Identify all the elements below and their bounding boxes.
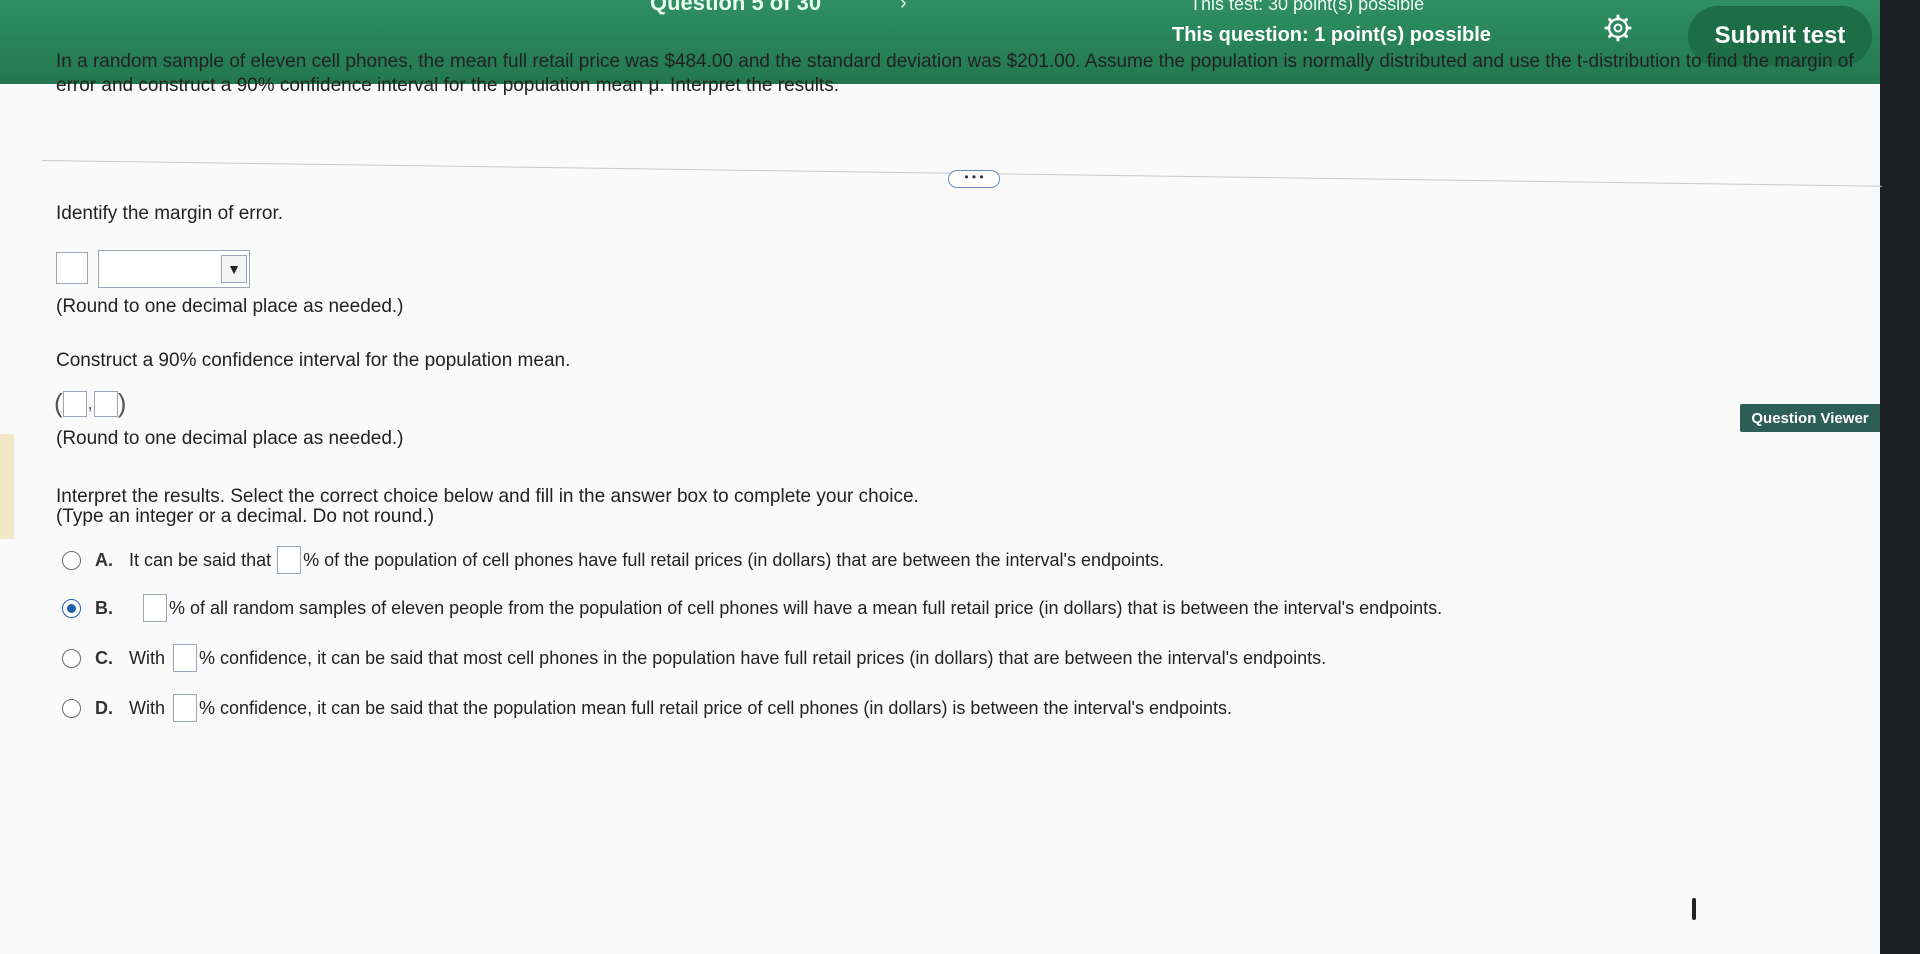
- choice-c-radio[interactable]: [62, 648, 81, 668]
- choice-a-text-after: % of the population of cell phones have …: [303, 549, 1165, 570]
- margin-of-error-input[interactable]: [56, 252, 88, 284]
- interpret-hint: (Type an integer or a decimal. Do not ro…: [56, 506, 435, 527]
- choice-d[interactable]: D. With % confidence, it can be said tha…: [62, 694, 1232, 722]
- confidence-interval-prompt: Construct a 90% confidence interval for …: [56, 350, 571, 371]
- choice-b-radio[interactable]: [62, 598, 81, 618]
- choice-d-letter: D.: [95, 697, 113, 718]
- open-paren: (: [54, 388, 63, 418]
- interval-comma: ,: [87, 393, 93, 413]
- interpret-prompt: Interpret the results. Select the correc…: [56, 486, 919, 507]
- question-points: This question: 1 point(s) possible: [1172, 24, 1491, 46]
- close-paren: ): [117, 388, 127, 418]
- problem-statement: In a random sample of eleven cell phones…: [56, 51, 1854, 96]
- choice-a-radio[interactable]: [62, 550, 81, 570]
- left-edge-marker: [0, 434, 14, 539]
- choice-b-text-after: % of all random samples of eleven people…: [169, 597, 1443, 618]
- question-number: Question 5 of 30: [650, 0, 822, 15]
- choice-c-text-before: With: [129, 647, 165, 668]
- settings-gear-icon[interactable]: [1604, 14, 1632, 42]
- choice-c[interactable]: C. With % confidence, it can be said tha…: [62, 644, 1326, 672]
- confidence-interval-hint: (Round to one decimal place as needed.): [56, 428, 404, 449]
- choice-b-letter: B.: [95, 597, 113, 618]
- interval-lower-input[interactable]: [62, 390, 87, 417]
- choice-d-radio[interactable]: [62, 698, 81, 718]
- next-question-arrow[interactable]: ›: [900, 0, 907, 15]
- expand-more-button[interactable]: • • •: [948, 170, 1000, 188]
- choice-a-letter: A.: [95, 549, 113, 570]
- test-points: This test: 30 point(s) possible: [1190, 0, 1425, 14]
- choice-d-text-after: % confidence, it can be said that the po…: [199, 697, 1233, 718]
- choice-b-input[interactable]: [143, 594, 167, 622]
- interval-upper-input[interactable]: [93, 390, 118, 417]
- choice-b[interactable]: B. % of all random samples of eleven peo…: [62, 594, 1442, 622]
- choice-c-input[interactable]: [173, 644, 197, 672]
- right-edge-shade: [1880, 0, 1920, 954]
- choice-d-text-before: With: [129, 697, 165, 718]
- confidence-interval-inputs: ( , ): [54, 388, 126, 419]
- choice-c-text-after: % confidence, it can be said that most c…: [199, 647, 1327, 668]
- dropdown-arrow-icon[interactable]: ▼: [221, 255, 247, 283]
- choice-a-text-before: It can be said that: [129, 549, 272, 570]
- margin-of-error-dropdown[interactable]: ▼: [98, 250, 250, 288]
- choice-c-letter: C.: [95, 647, 113, 668]
- question-viewer-button[interactable]: Question Viewer: [1740, 404, 1880, 432]
- choice-d-input[interactable]: [173, 694, 197, 722]
- margin-of-error-hint: (Round to one decimal place as needed.): [56, 296, 404, 317]
- margin-of-error-prompt: Identify the margin of error.: [56, 203, 284, 224]
- choice-a-input[interactable]: [277, 546, 302, 574]
- choice-a[interactable]: A. It can be said that % of the populati…: [62, 546, 1164, 574]
- cursor-mark: [1692, 898, 1696, 920]
